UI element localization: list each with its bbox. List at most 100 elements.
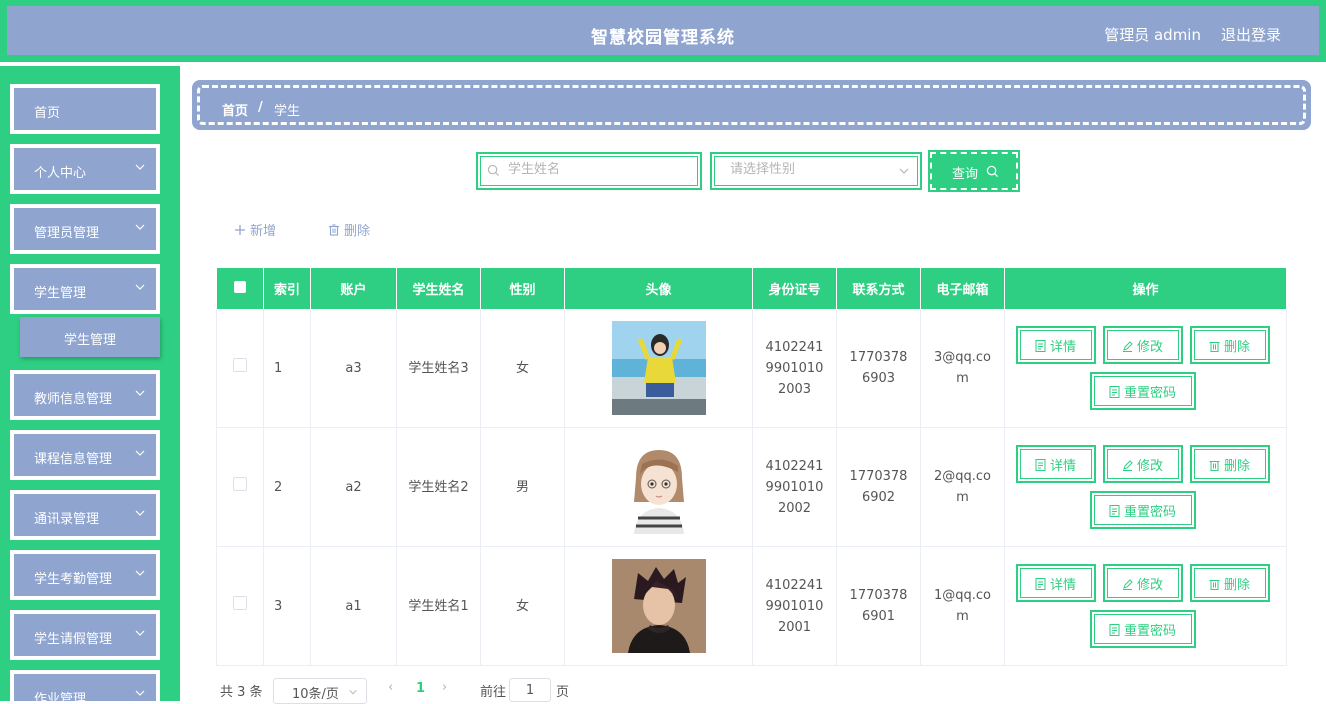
sidebar-item-homework[interactable]: 作业管理 <box>10 670 160 701</box>
top-bar: 智慧校园管理系统 管理员 admin 退出登录 <box>0 0 1326 62</box>
page-size-select[interactable]: 10条/页 <box>273 678 367 704</box>
column-header: 索引 <box>263 268 311 309</box>
sidebar-item-leave[interactable]: 学生请假管理 <box>10 610 160 660</box>
query-button[interactable]: 查询 <box>928 150 1020 192</box>
delete-label: 删除 <box>1223 578 1250 593</box>
reset-password-label: 重置密码 <box>1123 624 1176 639</box>
sidebar-item-teacher-info[interactable]: 教师信息管理 <box>10 370 160 420</box>
id-number-text: 410224199010102001 <box>765 577 824 635</box>
phone-cell: 17703786901 <box>836 546 921 666</box>
reset-password-button[interactable]: 重置密码 <box>1089 610 1196 648</box>
chevron-down-icon <box>135 690 145 696</box>
sidebar-item-label: 管理员管理 <box>34 226 100 241</box>
row-checkbox[interactable] <box>233 595 247 610</box>
detail-label: 详情 <box>1049 340 1076 355</box>
total-count: 共 3 条 <box>220 685 263 700</box>
edit-label: 修改 <box>1136 340 1163 355</box>
email-cell: 2@qq.com <box>920 427 1005 547</box>
gender-select-input[interactable] <box>728 161 892 178</box>
detail-button[interactable]: 详情 <box>1015 326 1096 364</box>
column-header: 身份证号 <box>752 268 837 309</box>
delete-button[interactable]: 删除 <box>1189 445 1270 483</box>
gender-cell: 女 <box>480 309 565 428</box>
actions-cell: 详情 修改 删除 重置密码 <box>1004 309 1287 428</box>
row-select-cell <box>216 546 264 666</box>
sidebar-item-label: 学生考勤管理 <box>34 572 113 587</box>
avatar-young-man[interactable] <box>611 559 706 653</box>
edit-icon <box>1122 341 1133 352</box>
sidebar-item-attendance[interactable]: 学生考勤管理 <box>10 550 160 600</box>
row-checkbox[interactable] <box>233 357 247 372</box>
table-row: 3 a1 学生姓名1 女 410224199010102001 17703786… <box>216 546 1287 666</box>
sidebar-item-student-management[interactable]: 学生管理 <box>10 264 160 314</box>
delete-button[interactable]: 删除 <box>1189 326 1270 364</box>
sidebar-item-label: 作业管理 <box>34 692 87 701</box>
phone-cell: 17703786903 <box>836 309 921 428</box>
row-select-cell <box>216 427 264 547</box>
reset-password-label: 重置密码 <box>1123 386 1176 401</box>
sidebar-subitem-student-management[interactable]: 学生管理 <box>20 317 160 357</box>
edit-button[interactable]: 修改 <box>1102 445 1183 483</box>
edit-button[interactable]: 修改 <box>1102 564 1183 602</box>
edit-label: 修改 <box>1136 459 1163 474</box>
goto-page-input[interactable] <box>509 678 551 702</box>
sidebar-item-label: 教师信息管理 <box>34 392 113 407</box>
edit-label: 修改 <box>1136 578 1163 593</box>
sidebar-item-course-info[interactable]: 课程信息管理 <box>10 430 160 480</box>
breadcrumb-home[interactable]: 首页 <box>222 100 248 119</box>
id-number-text: 410224199010102003 <box>765 339 824 397</box>
column-header: 联系方式 <box>836 268 921 309</box>
sidebar-item-admin-management[interactable]: 管理员管理 <box>10 204 160 254</box>
sidebar-item-label: 首页 <box>34 106 61 121</box>
trash-icon <box>1209 580 1220 590</box>
page-number[interactable]: 1 <box>416 681 425 696</box>
add-button-label: 新增 <box>250 224 277 239</box>
phone-cell: 17703786902 <box>836 427 921 547</box>
sidebar-item-home[interactable]: 首页 <box>10 84 160 134</box>
account-cell: a3 <box>310 309 397 428</box>
chevron-down-icon <box>135 570 145 576</box>
sidebar-item-label: 个人中心 <box>34 166 87 181</box>
delete-label: 删除 <box>1223 459 1250 474</box>
trash-icon <box>1209 342 1220 352</box>
table-row: 1 a3 学生姓名3 女 410224199010102003 17703786… <box>216 309 1287 428</box>
account-cell: a2 <box>310 427 397 547</box>
avatar-cell <box>564 309 753 428</box>
student-name-input[interactable] <box>506 161 680 178</box>
name-cell: 学生姓名1 <box>396 546 481 666</box>
index-cell: 1 <box>263 309 311 428</box>
reset-password-button[interactable]: 重置密码 <box>1089 372 1196 410</box>
detail-button[interactable]: 详情 <box>1015 445 1096 483</box>
chevron-down-icon <box>899 168 909 174</box>
delete-button[interactable]: 删除 <box>1189 564 1270 602</box>
search-icon <box>986 165 999 178</box>
batch-delete-button[interactable]: 删除 <box>328 220 370 239</box>
avatar-cartoon-girl[interactable] <box>611 440 706 534</box>
detail-button[interactable]: 详情 <box>1015 564 1096 602</box>
edit-button[interactable]: 修改 <box>1102 326 1183 364</box>
reset-password-button[interactable]: 重置密码 <box>1089 491 1196 529</box>
search-icon <box>487 164 500 177</box>
gender-select[interactable] <box>710 152 922 190</box>
breadcrumb-current: 学生 <box>274 104 301 119</box>
breadcrumb: 首页 / 学生 <box>192 80 1311 130</box>
chevron-down-icon <box>135 284 145 290</box>
select-all-checkbox[interactable] <box>233 280 246 293</box>
avatar-girl-beach[interactable] <box>611 321 706 415</box>
logout-link[interactable]: 退出登录 <box>1221 24 1281 45</box>
avatar-cell <box>564 546 753 666</box>
phone-text: 17703786902 <box>849 469 908 505</box>
prev-page-button[interactable]: ‹ <box>388 680 393 695</box>
top-bar-panel: 智慧校园管理系统 管理员 admin 退出登录 <box>4 4 1322 58</box>
chevron-down-icon <box>135 510 145 516</box>
chevron-down-icon <box>135 224 145 230</box>
sidebar-item-personal-center[interactable]: 个人中心 <box>10 144 160 194</box>
row-checkbox[interactable] <box>233 476 247 491</box>
student-name-search[interactable] <box>476 152 702 190</box>
add-button[interactable]: 新增 <box>234 220 276 239</box>
table-header-row: 索引 账户 学生姓名 性别 头像 身份证号 联系方式 电子邮箱 操作 <box>216 268 1287 309</box>
document-icon <box>1035 340 1046 352</box>
sidebar-item-contacts[interactable]: 通讯录管理 <box>10 490 160 540</box>
column-header: 性别 <box>480 268 565 309</box>
next-page-button[interactable]: › <box>442 680 447 695</box>
